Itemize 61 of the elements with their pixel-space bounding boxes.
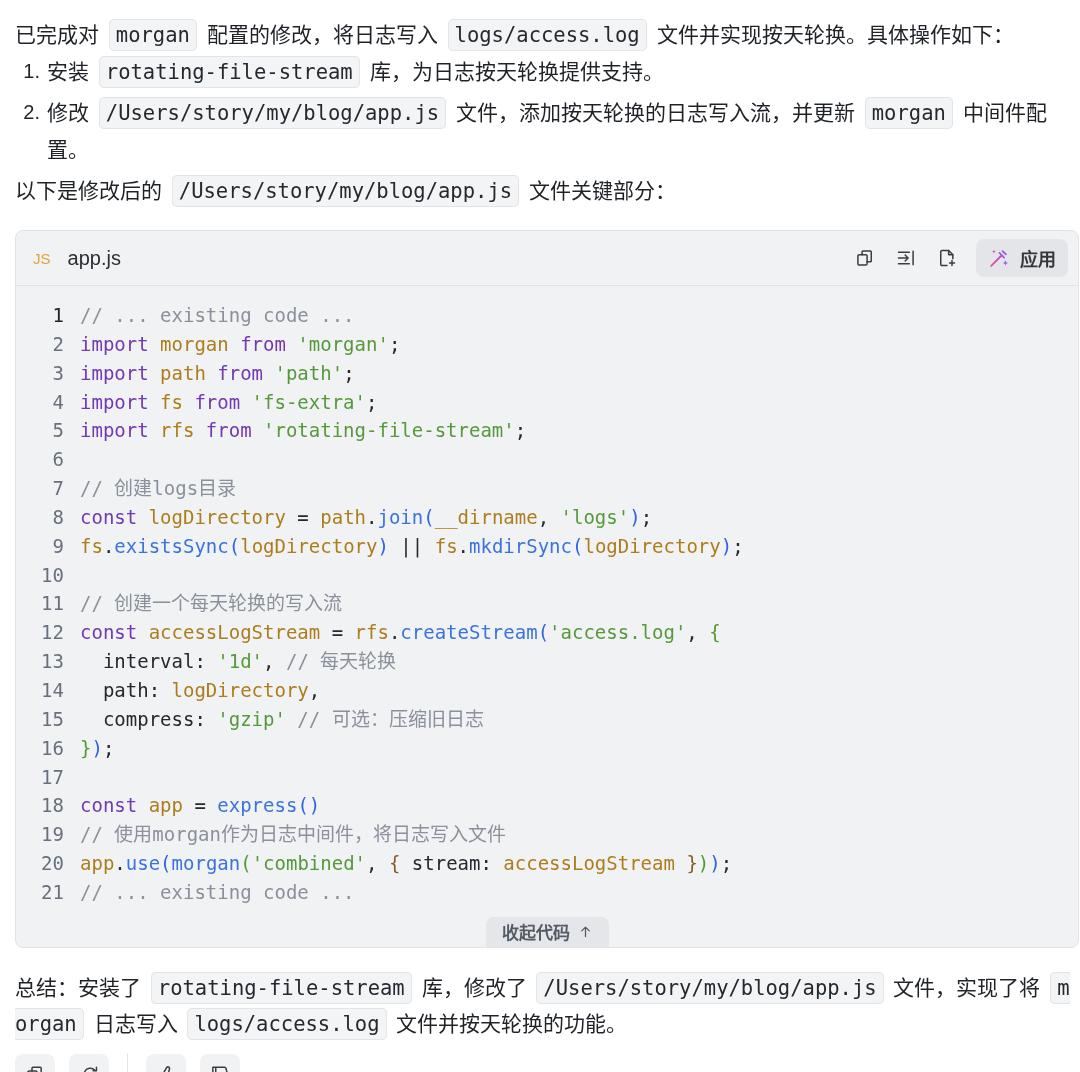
thumbs-up-icon bbox=[163, 1065, 171, 1072]
line-number: 21 bbox=[40, 879, 64, 905]
line-number: 18 bbox=[40, 793, 64, 819]
refresh-icon bbox=[84, 1065, 98, 1072]
list-item-text: 安装 rotating-file-stream 库，为日志按天轮换提供支持。 bbox=[47, 53, 1080, 90]
line-number: 14 bbox=[40, 677, 64, 703]
line-number: 19 bbox=[40, 822, 64, 848]
code-line: // ... existing code ... bbox=[80, 303, 356, 328]
list-item-text: 修改 /Users/story/my/blog/app.js 文件，添加按天轮换的日志写入流，并更新 morgan 中间件配置。 bbox=[47, 94, 1080, 168]
code-line: import path from 'path'; bbox=[80, 360, 356, 386]
line-number: 9 bbox=[51, 533, 64, 559]
paragraph: 以下是修改后的 /Users/story/my/blog/app.js 文件关键部分： bbox=[15, 172, 1080, 209]
line-number: 13 bbox=[40, 649, 64, 675]
regenerate-button[interactable] bbox=[69, 1053, 109, 1072]
code-line: const accessLogStream = rfs.createStream('access.log', { bbox=[80, 620, 722, 646]
code-line: fs.existsSync(logDirectory) || fs.mkdirSync(logDirectory); bbox=[80, 533, 745, 560]
code-line: // 使用morgan作为日志中间件，将日志写入文件 bbox=[80, 822, 507, 848]
code-line: import fs from 'fs-extra'; bbox=[80, 389, 379, 415]
code-line: // ... existing code ... bbox=[80, 879, 356, 905]
copy-button[interactable] bbox=[15, 1053, 55, 1072]
copy-icon bbox=[855, 248, 875, 268]
thumbs-down-icon bbox=[212, 1065, 228, 1072]
file-plus-icon bbox=[937, 248, 957, 268]
code-line: app.use(morgan('combined', { stream: accessLogStream })); bbox=[80, 851, 734, 877]
collapse-button[interactable]: 收起代码 bbox=[485, 916, 609, 947]
code-line: // 创建logs目录 bbox=[80, 476, 238, 502]
intro-text: 已完成对 morgan 配置的修改，将日志写入 logs/access.log 文件并实现按天轮换。具体操作如下： bbox=[15, 16, 1080, 53]
line-number: 12 bbox=[40, 620, 64, 646]
file-name: app.js bbox=[67, 246, 121, 270]
line-number: 11 bbox=[40, 591, 64, 617]
list-number: 2. bbox=[23, 100, 41, 125]
line-number: 8 bbox=[51, 504, 64, 530]
dislike-button[interactable] bbox=[200, 1053, 240, 1072]
code-line: const logDirectory = path.join(__dirname, 'logs'); bbox=[80, 504, 654, 531]
code-line: interval: '1d', // 每天轮换 bbox=[101, 649, 398, 675]
line-number: 20 bbox=[40, 851, 64, 877]
line-number: 10 bbox=[40, 562, 64, 588]
like-button[interactable] bbox=[146, 1053, 186, 1072]
line-number: 6 bbox=[51, 447, 64, 473]
apply-button[interactable]: 应用 bbox=[976, 239, 1068, 277]
code-line: // 创建一个每天轮换的写入流 bbox=[80, 591, 344, 617]
line-number: 2 bbox=[51, 331, 64, 357]
indent-arrow-icon bbox=[896, 248, 916, 268]
code-line: path: logDirectory, bbox=[101, 677, 322, 703]
line-number: 3 bbox=[51, 360, 64, 386]
code-line: compress: 'gzip' // 可选：压缩旧日志 bbox=[101, 706, 485, 732]
code-line: import rfs from 'rotating-file-stream'; bbox=[80, 418, 528, 444]
copy-icon bbox=[26, 1065, 42, 1072]
line-number: 4 bbox=[51, 389, 64, 415]
line-number: 17 bbox=[40, 764, 64, 790]
line-number: 1 bbox=[51, 303, 64, 328]
magic-wand-icon bbox=[988, 247, 1010, 269]
file-type-label: JS bbox=[33, 249, 51, 267]
code-line: }); bbox=[80, 735, 116, 761]
line-number: 7 bbox=[51, 476, 64, 502]
line-number: 5 bbox=[51, 418, 64, 444]
list-number: 1. bbox=[23, 59, 41, 84]
line-number: 15 bbox=[40, 706, 64, 732]
line-number: 16 bbox=[40, 735, 64, 761]
code-line: const app = express() bbox=[80, 793, 322, 819]
code-line: import morgan from 'morgan'; bbox=[80, 331, 402, 357]
